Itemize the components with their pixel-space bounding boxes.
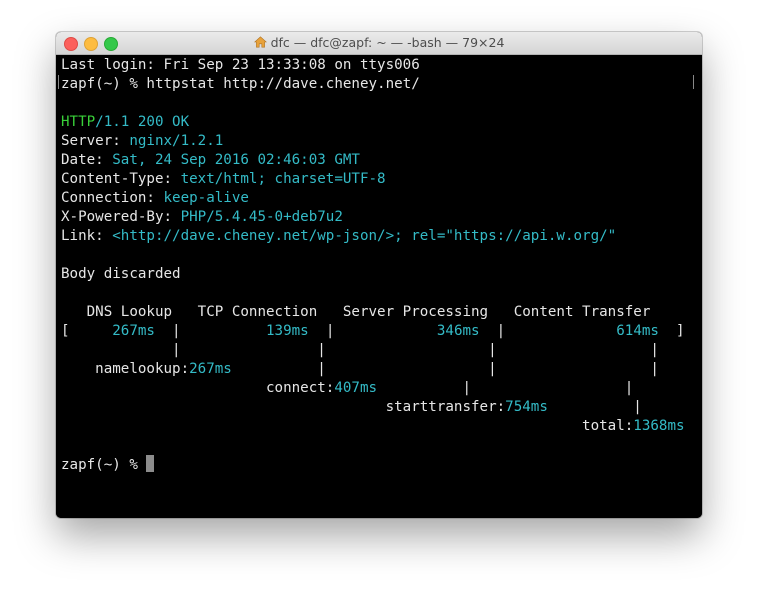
dns-lookup-value: 267ms	[112, 323, 155, 339]
header-line: Connection: keep-alive	[61, 189, 249, 208]
timing-pipes: |	[547, 399, 642, 415]
header-line: Link: <http://dave.cheney.net/wp-json/>;…	[61, 227, 616, 246]
terminal-window: dfc — dfc@zapf: ~ — -bash — 79×24 Last l…	[56, 32, 702, 518]
header-value: Sat, 24 Sep 2016 02:46:03 GMT	[112, 152, 360, 168]
timing-pipes: | | |	[231, 361, 659, 377]
header-key: Date:	[61, 152, 113, 168]
command-line: zapf(~) % httpstat http://dave.cheney.ne…	[61, 75, 420, 94]
terminal-content[interactable]: Last login: Fri Sep 23 13:33:08 on ttys0…	[56, 55, 702, 518]
connect-row: connect:407ms | |	[61, 379, 633, 398]
total-row: total:1368ms	[61, 417, 685, 436]
prompt: zapf(~) %	[61, 457, 147, 473]
timing-bracket-open: [	[61, 323, 113, 339]
header-value: PHP/5.4.45-0+deb7u2	[180, 209, 343, 225]
timing-header-row: DNS Lookup TCP Connection Server Process…	[61, 304, 651, 320]
header-value: <http://dave.cheney.net/wp-json/>; rel="…	[112, 228, 617, 244]
status-line: HTTP/1.1 200 OK	[61, 113, 189, 132]
header-line: Date: Sat, 24 Sep 2016 02:46:03 GMT	[61, 151, 360, 170]
title-bar[interactable]: dfc — dfc@zapf: ~ — -bash — 79×24	[56, 32, 702, 55]
timing-pipes-row: | | | |	[61, 342, 659, 358]
starttransfer-value: 754ms	[505, 399, 548, 415]
status-protocol: HTTP	[61, 114, 96, 130]
content-transfer-value: 614ms	[616, 323, 659, 339]
server-processing-value: 346ms	[436, 323, 480, 339]
header-key: X-Powered-By:	[61, 209, 181, 225]
header-key: Server:	[61, 133, 130, 149]
header-key: Connection:	[61, 190, 164, 206]
header-value: nginx/1.2.1	[129, 133, 224, 149]
header-key: Content-Type:	[61, 171, 181, 187]
window-title-text: dfc — dfc@zapf: ~ — -bash — 79×24	[270, 35, 505, 50]
tcp-connection-value: 139ms	[266, 323, 309, 339]
prompt: zapf(~) %	[61, 76, 147, 92]
scroll-mark-left	[58, 75, 59, 89]
starttransfer-row: starttransfer:754ms |	[61, 398, 642, 417]
last-login-line: Last login: Fri Sep 23 13:33:08 on ttys0…	[61, 57, 420, 73]
home-icon	[253, 36, 267, 48]
namelookup-value: 267ms	[189, 361, 232, 377]
timing-values-row: [ 267ms | 139ms | 346ms | 614ms ]	[61, 322, 685, 341]
connect-value: 407ms	[334, 380, 378, 396]
header-line: Server: nginx/1.2.1	[61, 132, 223, 151]
header-key: Link:	[61, 228, 113, 244]
text-cursor[interactable]	[146, 455, 155, 472]
header-value: keep-alive	[163, 190, 249, 206]
timing-separator: |	[154, 323, 267, 339]
namelookup-label: namelookup:	[61, 361, 190, 377]
body-message: Body discarded	[61, 266, 181, 282]
window-title: dfc — dfc@zapf: ~ — -bash — 79×24	[56, 32, 702, 54]
namelookup-row: namelookup:267ms | | |	[61, 360, 659, 379]
total-label: total:	[61, 418, 634, 434]
connect-label: connect:	[61, 380, 335, 396]
starttransfer-label: starttransfer:	[61, 399, 506, 415]
header-line: Content-Type: text/html; charset=UTF-8	[61, 170, 386, 189]
header-line: X-Powered-By: PHP/5.4.45-0+deb7u2	[61, 208, 343, 227]
timing-pipes: | |	[377, 380, 634, 396]
total-value: 1368ms	[633, 418, 685, 434]
final-prompt-line: zapf(~) %	[61, 455, 155, 474]
scroll-mark-right	[693, 75, 694, 89]
command-text: httpstat http://dave.cheney.net/	[146, 76, 420, 92]
timing-separator: |	[308, 323, 437, 339]
status-text: /1.1 200 OK	[95, 114, 190, 130]
timing-bracket-close: ]	[658, 323, 685, 339]
header-value: text/html; charset=UTF-8	[180, 171, 386, 187]
timing-separator: |	[479, 323, 617, 339]
